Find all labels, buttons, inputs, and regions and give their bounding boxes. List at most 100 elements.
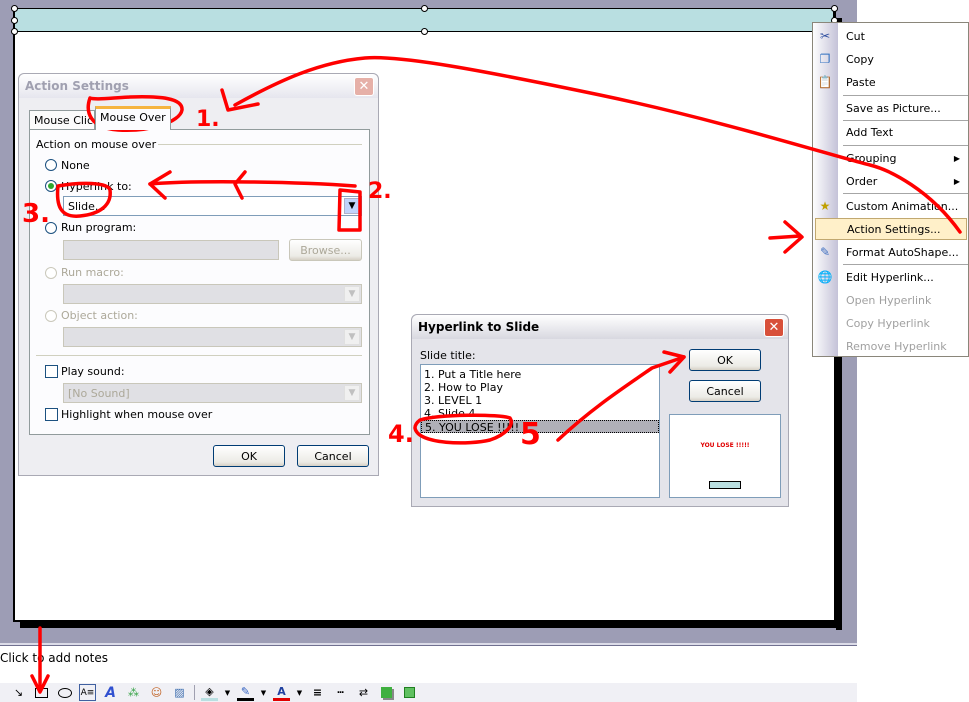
menu-item-open-hyperlink[interactable]: Open Hyperlink (813, 289, 968, 311)
tab-panel: Action on mouse over None Hyperlink to: … (29, 129, 370, 435)
hyperlink-radio[interactable] (45, 180, 57, 192)
object-action-label: Object action: (61, 309, 138, 322)
sound-select[interactable]: [No Sound] ▼ (63, 383, 362, 403)
line-color-icon[interactable]: ✎ (237, 684, 254, 701)
tab-mouse-click[interactable]: Mouse Click (29, 110, 95, 130)
menu-item-edit-hyperlink[interactable]: 🌐 Edit Hyperlink... (813, 266, 968, 288)
hyperlink-select-value: Slide... (68, 199, 106, 213)
notes-divider[interactable] (0, 643, 857, 646)
slide-list-item[interactable]: 3. LEVEL 1 (421, 394, 659, 407)
menu-item-paste[interactable]: 📋 Paste (813, 71, 968, 93)
object-action-select[interactable]: ▼ (63, 327, 362, 347)
run-macro-select[interactable]: ▼ (63, 284, 362, 304)
tab-mouse-over[interactable]: Mouse Over (95, 106, 171, 130)
3d-style-icon[interactable] (401, 684, 418, 701)
menu-item-action-settings[interactable]: Action Settings... (815, 218, 967, 240)
run-program-input[interactable] (63, 240, 279, 260)
chevron-down-icon[interactable]: ▼ (344, 198, 360, 214)
divider (36, 355, 362, 356)
menu-item-add-text[interactable]: Add Text (813, 121, 968, 143)
preview-text: YOU LOSE !!!!! (700, 442, 750, 449)
context-menu: ✂ Cut ❐ Copy 📋 Paste Save as Picture... Add… (812, 22, 969, 357)
slide-shadow (20, 622, 842, 628)
clip-art-icon[interactable]: ☺ (148, 684, 165, 701)
menu-separator (843, 193, 968, 194)
run-macro-radio[interactable] (45, 267, 57, 279)
dropdown-arrow-icon[interactable]: ▼ (260, 684, 267, 701)
line-style-icon[interactable]: ≡ (309, 684, 326, 701)
slide-list-item[interactable]: 2. How to Play (421, 381, 659, 394)
menu-item-cut[interactable]: ✂ Cut (813, 25, 968, 47)
menu-separator (843, 145, 968, 146)
chevron-down-icon: ▼ (344, 329, 360, 345)
menu-item-format-autoshape[interactable]: ✎ Format AutoShape... (813, 241, 968, 263)
shadow-style-icon[interactable] (378, 684, 395, 701)
group-label: Action on mouse over (36, 138, 157, 151)
arrow-style-icon[interactable]: ⇄ (355, 684, 372, 701)
none-radio[interactable] (45, 159, 57, 171)
action-settings-dialog: Action Settings ✕ Mouse Click Mouse Over… (18, 73, 379, 476)
cancel-button[interactable]: Cancel (689, 380, 761, 402)
hyperlink-select[interactable]: Slide... ▼ (63, 196, 362, 216)
slide-list-item[interactable]: 4. Slide 4 (421, 407, 659, 420)
run-program-radio[interactable] (45, 222, 57, 234)
hyperlink-label[interactable]: Hyperlink to: (61, 180, 132, 193)
close-button[interactable]: ✕ (764, 318, 784, 337)
browse-button[interactable]: Browse... (289, 239, 362, 261)
highlight-checkbox[interactable] (45, 408, 58, 421)
dialog-title: Hyperlink to Slide (412, 315, 788, 339)
resize-handle[interactable] (11, 5, 18, 12)
ok-button[interactable]: OK (213, 445, 285, 467)
select-arrow-icon[interactable]: ↘ (10, 684, 27, 701)
chevron-down-icon: ▼ (344, 286, 360, 302)
oval-icon[interactable] (56, 684, 73, 701)
submenu-arrow-icon: ▶ (953, 153, 960, 163)
text-box-icon[interactable]: A≡ (79, 684, 96, 701)
cancel-button[interactable]: Cancel (297, 445, 369, 467)
wordart-icon[interactable]: A (102, 684, 119, 701)
font-color-icon[interactable]: A (273, 684, 290, 701)
diagram-icon[interactable]: ⁂ (125, 684, 142, 701)
slide-list-item[interactable]: 1. Put a Title here (421, 368, 659, 381)
menu-separator (843, 264, 968, 265)
run-program-label[interactable]: Run program: (61, 221, 136, 234)
group-divider (158, 144, 362, 145)
menu-item-copy-hyperlink[interactable]: Copy Hyperlink (813, 312, 968, 334)
fill-color-icon[interactable]: ◈ (201, 684, 218, 701)
highlight-label[interactable]: Highlight when mouse over (61, 408, 212, 421)
resize-handle[interactable] (421, 5, 428, 12)
menu-item-save-as-picture[interactable]: Save as Picture... (813, 97, 968, 119)
menu-item-copy[interactable]: ❐ Copy (813, 48, 968, 70)
play-sound-checkbox[interactable] (45, 365, 58, 378)
paste-icon: 📋 (817, 75, 833, 89)
dropdown-arrow-icon[interactable]: ▼ (296, 684, 303, 701)
close-button[interactable]: ✕ (354, 77, 374, 96)
dropdown-arrow-icon[interactable]: ▼ (224, 684, 231, 701)
resize-handle[interactable] (11, 17, 18, 24)
menu-item-order[interactable]: Order ▶ (813, 170, 968, 192)
slide-list[interactable]: 1. Put a Title here 2. How to Play 3. LE… (420, 364, 660, 498)
dash-style-icon[interactable]: ┅ (332, 684, 349, 701)
object-action-radio[interactable] (45, 310, 57, 322)
none-label[interactable]: None (61, 159, 90, 172)
picture-icon[interactable]: ▨ (171, 684, 188, 701)
drawing-toolbar: ↘ A≡ A ⁂ ☺ ▨ ◈ ▼ ✎ ▼ A ▼ ≡ ┅ ⇄ (0, 683, 857, 702)
resize-handle[interactable] (831, 5, 838, 12)
menu-item-custom-animation[interactable]: ★ Custom Animation... (813, 195, 968, 217)
play-sound-label[interactable]: Play sound: (61, 365, 125, 378)
menu-item-remove-hyperlink[interactable]: Remove Hyperlink (813, 335, 968, 357)
submenu-arrow-icon: ▶ (953, 176, 960, 186)
menu-item-grouping[interactable]: Grouping ▶ (813, 147, 968, 169)
copy-icon: ❐ (819, 52, 831, 66)
notes-placeholder[interactable]: Click to add notes (0, 651, 108, 665)
rectangle-icon[interactable] (33, 684, 50, 701)
slide-title-label: Slide title: (420, 349, 476, 362)
run-macro-label: Run macro: (61, 266, 124, 279)
format-autoshape-icon: ✎ (819, 245, 831, 259)
resize-handle[interactable] (11, 28, 18, 35)
slide-list-item-selected[interactable]: 5. YOU LOSE !!!!! (421, 420, 659, 434)
resize-handle[interactable] (421, 28, 428, 35)
custom-animation-icon: ★ (819, 199, 831, 213)
dialog-title: Action Settings (19, 74, 378, 98)
ok-button[interactable]: OK (689, 349, 761, 371)
